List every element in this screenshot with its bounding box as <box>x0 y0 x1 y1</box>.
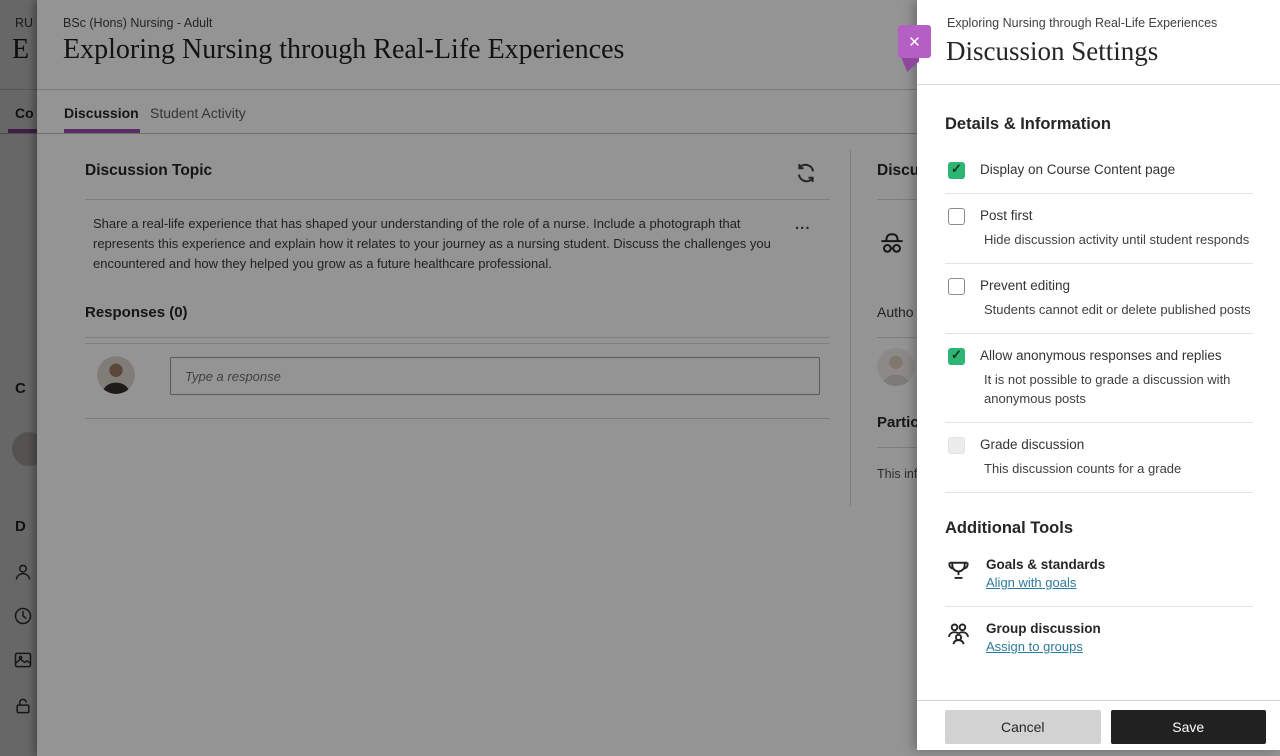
option-label: Display on Course Content page <box>980 161 1253 178</box>
save-button[interactable]: Save <box>1111 710 1267 744</box>
panel-footer: Cancel Save <box>917 700 1280 750</box>
tool-title: Goals & standards <box>986 556 1105 573</box>
align-with-goals-link[interactable]: Align with goals <box>986 574 1076 592</box>
checkbox[interactable] <box>948 162 965 179</box>
group-icon <box>945 620 972 647</box>
tool-goals-standards: Goals & standards Align with goals <box>945 556 1253 606</box>
option-description: Hide discussion activity until student r… <box>984 230 1253 249</box>
option-label: Post first <box>980 207 1253 224</box>
modal-scrim-deep <box>0 0 37 756</box>
cancel-button[interactable]: Cancel <box>945 710 1101 744</box>
tool-title: Group discussion <box>986 620 1101 637</box>
option-allow-anonymous: Allow anonymous responses and replies It… <box>945 334 1253 423</box>
checkbox[interactable] <box>948 278 965 295</box>
checkbox <box>948 437 965 454</box>
panel-body: Details & Information Display on Course … <box>917 85 1280 700</box>
panel-title: Discussion Settings <box>946 36 1158 67</box>
option-label: Prevent editing <box>980 277 1253 294</box>
option-description: Students cannot edit or delete published… <box>984 300 1253 319</box>
assign-to-groups-link[interactable]: Assign to groups <box>986 638 1083 656</box>
checkbox[interactable] <box>948 208 965 225</box>
details-information-heading: Details & Information <box>945 115 1253 134</box>
panel-subtitle: Exploring Nursing through Real-Life Expe… <box>947 16 1217 30</box>
trophy-icon <box>945 556 972 583</box>
additional-tools-heading: Additional Tools <box>945 519 1253 538</box>
close-icon[interactable]: ✕ <box>898 25 931 58</box>
option-label: Allow anonymous responses and replies <box>980 347 1253 364</box>
screen: RU E Co C D BSc (Hons) Nursing - Adult E… <box>0 0 1280 756</box>
tools-list: Goals & standards Align with goals <box>945 556 1253 670</box>
option-display-on-course-content: Display on Course Content page <box>945 148 1253 194</box>
option-prevent-editing: Prevent editing Students cannot edit or … <box>945 264 1253 334</box>
option-grade-discussion: Grade discussion This discussion counts … <box>945 423 1253 493</box>
option-description: This discussion counts for a grade <box>984 459 1253 478</box>
discussion-settings-panel: Exploring Nursing through Real-Life Expe… <box>917 0 1280 750</box>
option-post-first: Post first Hide discussion activity unti… <box>945 194 1253 264</box>
tool-group-discussion: Group discussion Assign to groups <box>945 606 1253 670</box>
option-label: Grade discussion <box>980 436 1253 453</box>
option-description: It is not possible to grade a discussion… <box>984 370 1253 408</box>
checkbox[interactable] <box>948 348 965 365</box>
